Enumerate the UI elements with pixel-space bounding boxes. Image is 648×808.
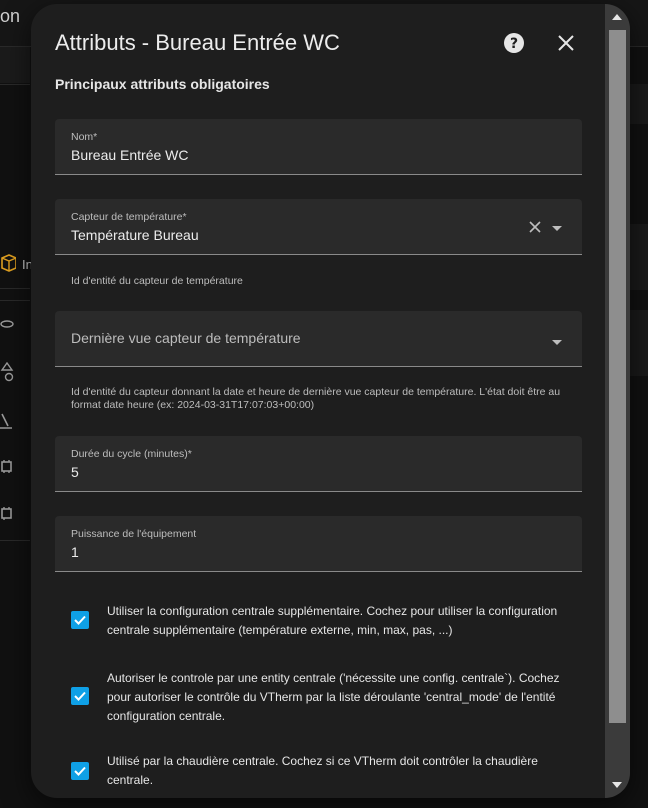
- section-title: Principaux attributs obligatoires: [55, 76, 270, 92]
- svg-text:?: ?: [510, 36, 518, 52]
- background-shapes-icon: [0, 362, 30, 388]
- temperature-sensor-select[interactable]: Capteur de température* Température Bure…: [55, 199, 582, 255]
- central-boiler-option: Utilisé par la chaudière centrale. Coche…: [55, 752, 575, 792]
- central-boiler-checkbox[interactable]: [71, 762, 89, 780]
- checkmark-icon: [74, 691, 86, 701]
- cycle-duration-value[interactable]: 5: [71, 464, 79, 480]
- help-circle-icon: ?: [504, 33, 524, 53]
- checkmark-icon: [74, 615, 86, 625]
- checkmark-icon: [74, 766, 86, 776]
- name-field-value[interactable]: Bureau Entrée WC: [71, 147, 189, 163]
- power-label: Puissance de l'équipement: [71, 528, 197, 540]
- scroll-up-arrow-icon[interactable]: [610, 10, 624, 24]
- central-config-option: Utiliser la configuration centrale suppl…: [55, 602, 575, 642]
- scroll-down-arrow-icon[interactable]: [610, 778, 624, 792]
- background-divider: [0, 84, 30, 85]
- background-divider: [0, 540, 30, 541]
- scrollbar-thumb[interactable]: [609, 30, 626, 723]
- cycle-duration-label: Durée du cycle (minutes)*: [71, 448, 192, 460]
- chevron-down-icon[interactable]: [551, 221, 563, 233]
- name-field-label: Nom*: [71, 131, 98, 143]
- temperature-sensor-helper: Id d'entité du capteur de température: [71, 275, 243, 287]
- background-slash-icon: [0, 412, 30, 438]
- background-panel: [0, 47, 30, 83]
- central-config-checkbox[interactable]: [71, 611, 89, 629]
- chevron-down-icon[interactable]: [551, 335, 563, 347]
- temperature-sensor-value[interactable]: Température Bureau: [71, 227, 199, 243]
- background-chip-gear-icon: [0, 505, 30, 531]
- last-seen-placeholder[interactable]: Dernière vue capteur de température: [71, 330, 301, 346]
- close-button[interactable]: [555, 32, 577, 54]
- attributes-dialog: Attributs - Bureau Entrée WC ? Principau…: [31, 4, 630, 798]
- background-chip-icon: [0, 458, 30, 484]
- last-seen-helper: Id d'entité du capteur donnant la date e…: [71, 386, 561, 411]
- cycle-duration-field[interactable]: Durée du cycle (minutes)* 5: [55, 436, 582, 492]
- name-field[interactable]: Nom* Bureau Entrée WC: [55, 119, 582, 175]
- background-divider: [0, 288, 30, 289]
- central-control-text: Autoriser le controle par une entity cen…: [107, 671, 560, 723]
- central-control-checkbox[interactable]: [71, 687, 89, 705]
- central-control-option: Autoriser le controle par une entity cen…: [55, 669, 575, 729]
- dialog-title: Attributs - Bureau Entrée WC: [55, 30, 340, 55]
- last-seen-sensor-select[interactable]: Dernière vue capteur de température: [55, 311, 582, 367]
- help-button[interactable]: ?: [503, 32, 525, 54]
- clear-x-icon[interactable]: [527, 219, 543, 235]
- close-icon: [558, 35, 574, 51]
- background-app-title: on: [0, 6, 21, 26]
- temperature-sensor-label: Capteur de température*: [71, 211, 187, 223]
- central-boiler-text: Utilisé par la chaudière centrale. Coche…: [107, 754, 538, 787]
- central-config-text: Utiliser la configuration centrale suppl…: [107, 604, 558, 637]
- power-value[interactable]: 1: [71, 544, 79, 560]
- background-tool-icon: [0, 316, 30, 342]
- background-divider: [0, 300, 30, 301]
- power-field[interactable]: Puissance de l'équipement 1: [55, 516, 582, 572]
